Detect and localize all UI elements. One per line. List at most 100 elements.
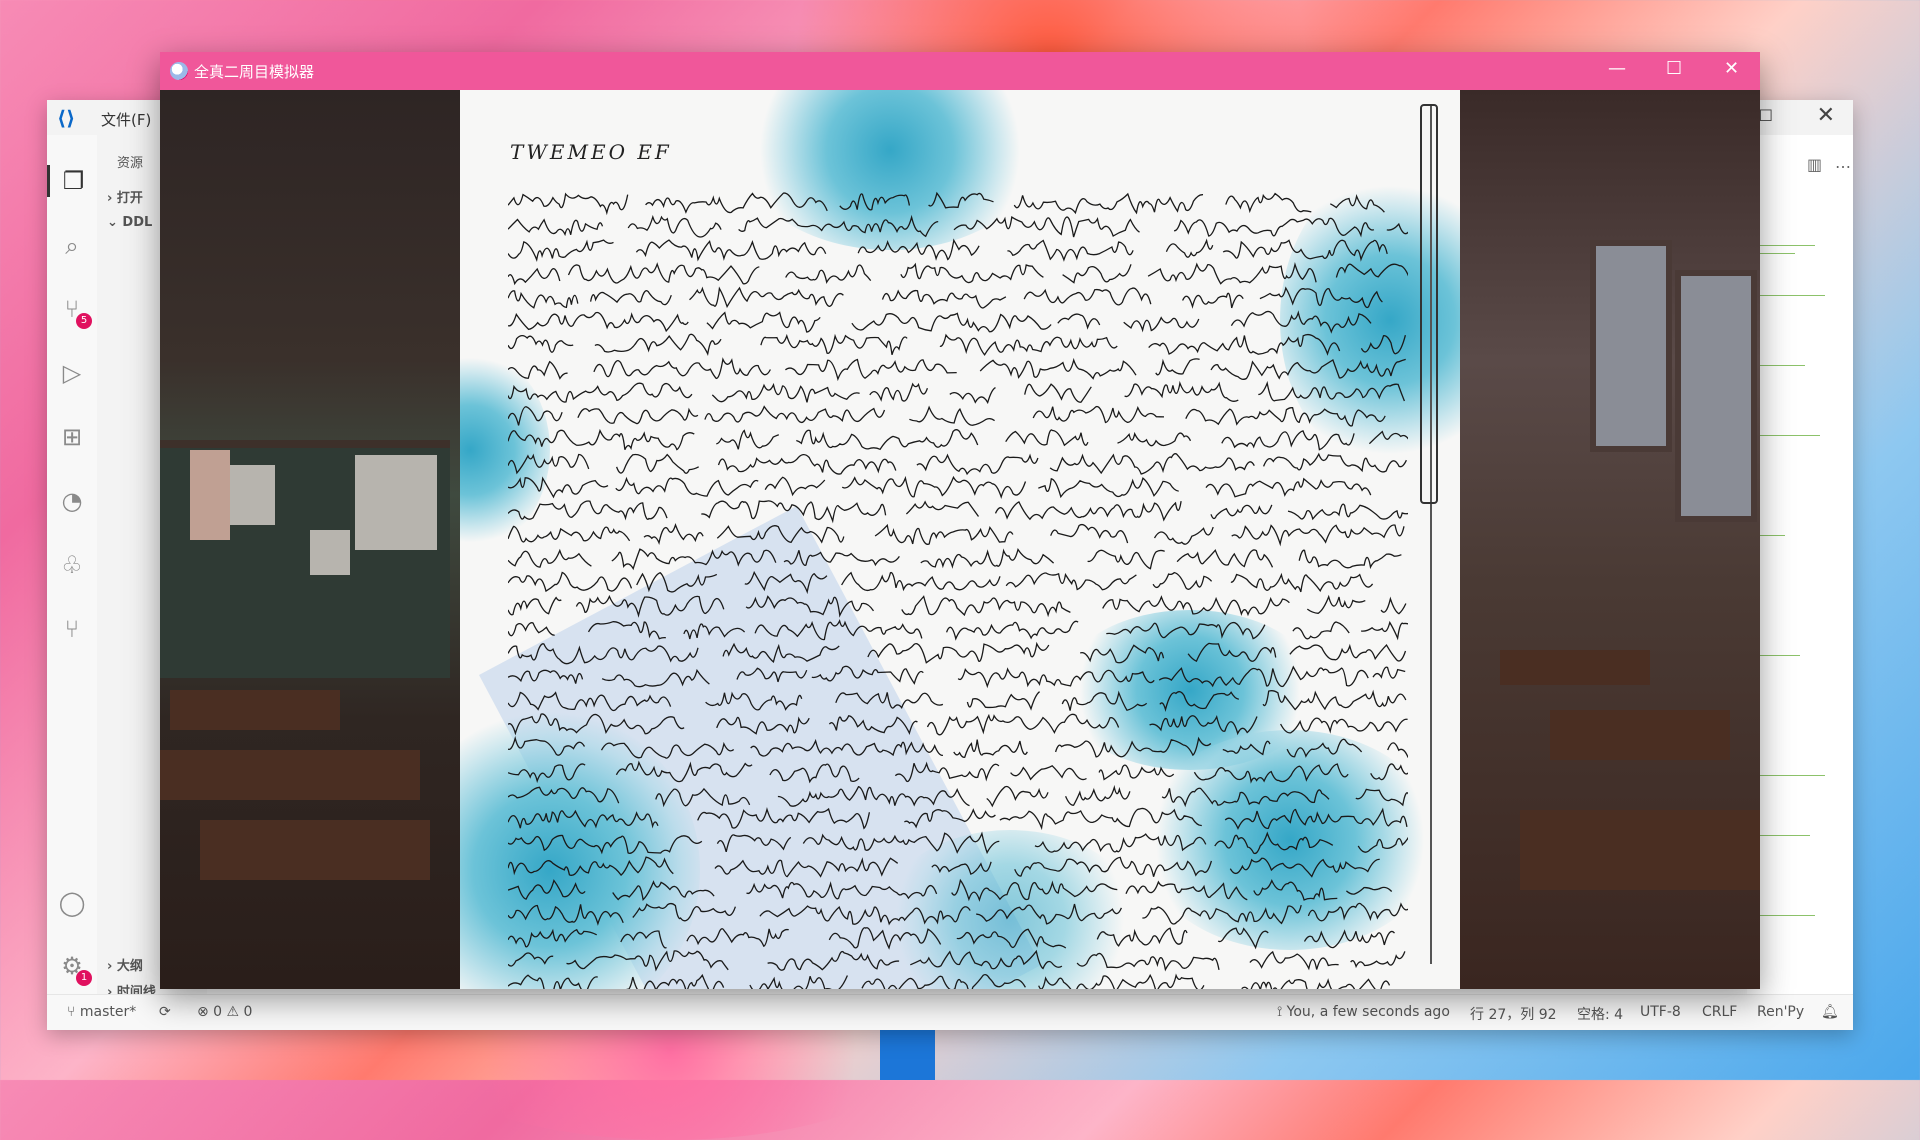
handwritten-line	[508, 286, 1383, 309]
search-icon[interactable]: ⌕	[56, 230, 88, 262]
git-graph-icon[interactable]: ◔	[56, 485, 88, 517]
scribble-word	[1102, 594, 1290, 617]
scribble-word	[1024, 382, 1092, 403]
scribble-word	[655, 787, 751, 807]
scribble-word	[999, 807, 1202, 831]
explorer-icon[interactable]: ❐	[47, 165, 97, 197]
scribble-word	[711, 382, 860, 403]
scribble-word	[1387, 742, 1408, 758]
scribble-word	[1330, 194, 1385, 213]
scribble-word	[1303, 928, 1396, 948]
bell-icon[interactable]: 🔔︎	[1821, 1004, 1839, 1020]
scribble-word	[508, 267, 561, 286]
scribble-word	[746, 881, 938, 900]
scribble-word	[1007, 239, 1134, 263]
scribble-word	[620, 930, 667, 949]
maximize-button[interactable]: ☐	[1666, 58, 1682, 79]
settings-badge: 1	[76, 970, 92, 986]
scribble-word	[1249, 951, 1339, 971]
scribble-word	[920, 547, 1055, 569]
scribble-word	[835, 691, 944, 709]
close-button[interactable]: ✕	[1724, 58, 1739, 79]
timeline-icon[interactable]: ⑂	[56, 613, 88, 645]
handwritten-line	[508, 452, 1407, 475]
more-actions-icon[interactable]: …	[1835, 153, 1851, 172]
scribble-word	[994, 501, 1182, 522]
game-window: 全真二周目模拟器 — ☐ ✕ TWEMEO EF	[160, 52, 1760, 989]
scribble-word	[508, 525, 631, 543]
scribble-word	[1217, 927, 1269, 950]
scribble-word	[738, 214, 939, 237]
scribble-word	[508, 834, 703, 855]
outline-section[interactable]: › 大纲	[107, 955, 143, 974]
split-editor-icon[interactable]: ▥	[1807, 155, 1822, 174]
school-desk	[1500, 650, 1650, 685]
vscode-logo-icon: ⟨⟩	[57, 106, 76, 130]
menu-file[interactable]: 文件(F)	[101, 109, 151, 130]
classroom-right-background	[1460, 90, 1760, 989]
folder-section[interactable]: ⌄ DDL	[107, 215, 152, 230]
scribble-word	[939, 333, 1118, 357]
scrollbar-thumb[interactable]	[1420, 104, 1438, 504]
run-debug-icon[interactable]: ▷	[56, 357, 88, 389]
handwritten-line	[508, 902, 1408, 926]
taskbar-app-icon[interactable]	[880, 1030, 935, 1080]
poem-title: TWEMEO EF	[510, 140, 672, 164]
tree-icon[interactable]: ♧	[56, 549, 88, 581]
gear-icon[interactable]: ⚙ 1	[56, 950, 92, 986]
status-bar: ⑂ master* ⟳ ⊗ 0 ⚠ 0 ⟟ You, a few seconds…	[47, 994, 1853, 1030]
handwritten-line	[508, 879, 1393, 903]
open-editors-section[interactable]: › 打开	[107, 187, 143, 206]
maximize-icon[interactable]: ☐	[1759, 106, 1773, 125]
minimap-line	[1755, 775, 1825, 776]
editor-minimap: ▥ …	[1747, 135, 1853, 995]
scribble-word	[769, 763, 860, 784]
scribble-word	[1350, 951, 1406, 969]
scribble-word	[951, 879, 1118, 903]
scribble-word	[1262, 452, 1407, 473]
school-desk	[170, 690, 340, 730]
school-desk	[1550, 710, 1730, 760]
minimap-line	[1755, 245, 1815, 246]
scribble-word	[1014, 856, 1213, 877]
problems-status[interactable]: ⊗ 0 ⚠ 0	[197, 1004, 252, 1020]
account-icon[interactable]: ◯	[56, 887, 88, 919]
classroom-window	[1675, 270, 1757, 522]
scribble-word	[1159, 690, 1239, 712]
scribble-word	[1049, 452, 1255, 475]
scribble-word	[600, 742, 735, 759]
scribble-word	[1057, 312, 1101, 330]
scribble-word	[861, 974, 1026, 989]
scribble-word	[508, 192, 629, 216]
scribble-word	[697, 807, 871, 830]
scribble-word	[828, 715, 918, 736]
cursor-position[interactable]: 行 27，列 92	[1470, 1004, 1557, 1024]
extensions-icon[interactable]: ⊞	[56, 421, 88, 453]
scribble-word	[1034, 833, 1207, 853]
source-control-icon[interactable]: ⑂ 5	[56, 293, 92, 329]
language-status[interactable]: Ren'Py	[1757, 1004, 1804, 1020]
scribble-word	[881, 289, 1007, 309]
encoding-status[interactable]: UTF-8	[1640, 1004, 1681, 1020]
scribble-word	[904, 808, 996, 829]
poster	[355, 455, 437, 550]
scribble-word	[957, 667, 1155, 689]
eol-status[interactable]: CRLF	[1702, 1004, 1737, 1020]
indentation-status[interactable]: 空格: 4	[1577, 1004, 1623, 1024]
minimize-button[interactable]: —	[1608, 58, 1626, 79]
chevron-down-icon: ⌄	[107, 215, 123, 230]
close-icon[interactable]: ✕	[1817, 103, 1835, 128]
scribble-word	[828, 926, 942, 950]
blame-status[interactable]: ⟟ You, a few seconds ago	[1277, 1004, 1450, 1020]
scribble-word	[931, 861, 992, 875]
scribble-word	[1142, 904, 1302, 925]
handwritten-line	[508, 428, 1408, 453]
scribble-word	[928, 191, 994, 209]
sync-icon[interactable]: ⟳	[159, 1004, 171, 1020]
branch-status[interactable]: ⑂ master*	[67, 1004, 136, 1020]
scribble-word	[894, 761, 1000, 782]
handwritten-line	[508, 594, 1407, 618]
scribble-word	[716, 524, 845, 544]
scribble-word	[593, 357, 771, 379]
scribble-word	[736, 667, 808, 683]
